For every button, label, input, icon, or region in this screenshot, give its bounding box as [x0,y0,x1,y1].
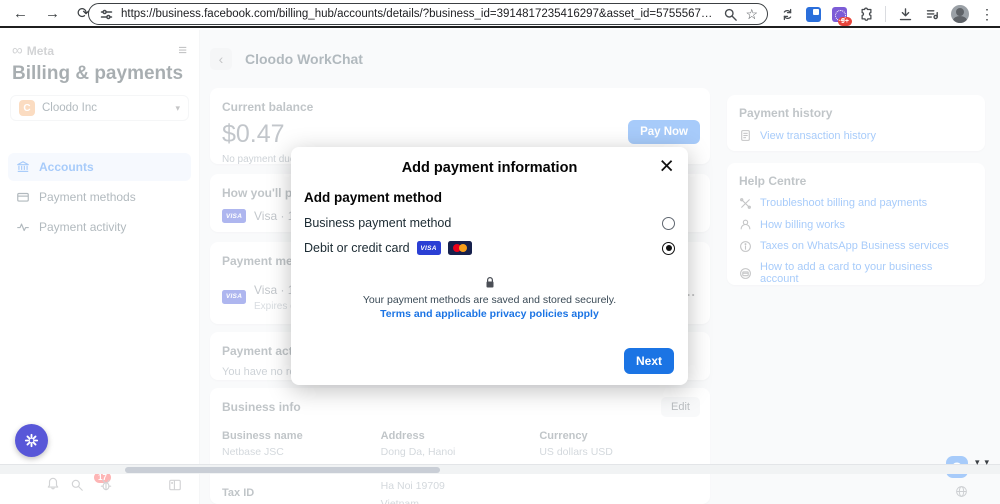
address-bar[interactable]: https://business.facebook.com/billing_hu… [88,3,768,25]
scrollbar-thumb[interactable] [125,467,440,473]
url-text[interactable]: https://business.facebook.com/billing_hu… [121,8,715,20]
radio-unselected[interactable] [662,217,675,230]
option-business-payment-method[interactable]: Business payment method [304,213,675,233]
security-note: Your payment methods are saved and store… [291,294,688,306]
site-settings-icon[interactable] [98,6,114,22]
option-label: Business payment method [304,216,451,230]
browser-back-button[interactable]: ← [13,6,28,21]
extension-recycle-icon[interactable] [779,6,795,22]
extension-purple-icon[interactable]: 9+ [832,7,847,22]
visa-icon: VISA [417,241,441,255]
asterisk-icon [23,432,40,449]
reading-list-icon[interactable] [924,6,940,22]
browser-profile-avatar[interactable] [951,5,969,23]
close-icon[interactable]: × [659,151,674,181]
next-button[interactable]: Next [624,348,674,374]
browser-menu-icon[interactable]: ⋮ [980,6,994,23]
dialog-title: Add payment information [291,160,688,176]
section-title: Add payment method [304,190,442,205]
browser-forward-button[interactable]: → [45,6,60,21]
downloads-icon[interactable] [897,6,913,22]
scroll-chevrons-icon[interactable]: ▾▾ [975,457,994,468]
bookmark-star-icon[interactable]: ☆ [745,6,758,23]
extension-blue-icon[interactable] [806,7,821,22]
horizontal-scrollbar[interactable] [0,464,1000,474]
extensions-puzzle-icon[interactable] [858,6,874,22]
terms-link[interactable]: Terms and applicable privacy policies ap… [291,308,688,320]
option-debit-credit-card[interactable]: Debit or credit card VISA [304,238,675,258]
browser-toolbar: ← → ⟳ https://business.facebook.com/bill… [0,0,1000,28]
radio-selected[interactable] [662,242,675,255]
toolbar-divider [885,6,886,22]
extension-badge: 9+ [838,17,852,26]
lock-icon [484,276,496,290]
extension-overlay-button[interactable] [15,424,48,457]
search-icon[interactable] [722,6,738,22]
mastercard-icon [448,241,472,255]
option-label: Debit or credit card [304,241,410,255]
add-payment-information-dialog: Add payment information × Add payment me… [291,147,688,385]
